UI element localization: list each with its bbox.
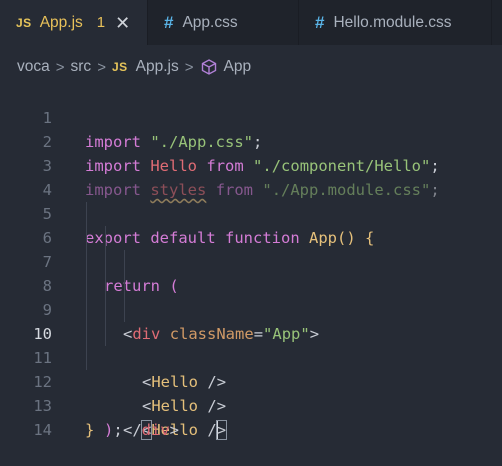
chevron-right-icon: >: [184, 58, 194, 76]
code-line: 13 }: [0, 370, 502, 439]
tab-label: Hello.module.css: [333, 13, 452, 31]
indent-guide: [105, 274, 106, 298]
indent-guide: [86, 250, 87, 274]
code-line: 3 import styles from "./App.module.css";: [0, 130, 502, 199]
tab-label: App.css: [182, 13, 238, 31]
indent-guide: [86, 346, 87, 370]
indent-guide: [124, 298, 125, 322]
code-editor[interactable]: 1 import "./App.css"; 2 import Hello fro…: [0, 82, 502, 456]
css-file-icon: #: [315, 12, 325, 32]
problem-count-badge: 1: [96, 14, 106, 31]
line-number: 14: [33, 421, 52, 439]
code-line: 2 import Hello from "./component/Hello";: [0, 106, 502, 175]
code-line: 6 return (: [0, 202, 502, 295]
indent-guide: [124, 250, 125, 274]
code-line: 8 <Hello />: [0, 250, 502, 391]
code-line: 9 <Hello />: [0, 274, 502, 415]
tab-label: App.js: [39, 13, 83, 31]
indent-guide: [105, 226, 106, 250]
code-line: 7 <div className="App">: [0, 226, 502, 343]
line-content: }: [85, 421, 95, 439]
line-content: </div>: [123, 421, 180, 439]
indent-guide: [86, 202, 87, 226]
indent-guide: [86, 322, 87, 346]
code-line: 12 );: [0, 346, 502, 439]
tab-app-js[interactable]: JS App.js 1 ✕: [0, 0, 148, 45]
symbol-method-icon: [201, 59, 216, 75]
code-line: 14: [0, 394, 502, 439]
css-file-icon: #: [164, 12, 174, 32]
breadcrumb-file[interactable]: App.js: [136, 58, 179, 76]
code-line: 4: [0, 154, 502, 199]
line-content: );: [104, 421, 123, 439]
breadcrumb-symbol[interactable]: App: [224, 58, 252, 76]
tab-app-css[interactable]: # App.css: [148, 0, 299, 45]
indent-guide: [105, 322, 106, 346]
code-line: 11 </div>: [0, 322, 502, 439]
indent-guide: [124, 274, 125, 298]
breadcrumb: voca > src > JS App.js > App: [0, 52, 251, 82]
breadcrumb-folder-voca[interactable]: voca: [17, 58, 50, 76]
indent-guide: [86, 226, 87, 250]
indent-guide: [105, 298, 106, 322]
javascript-file-icon: JS: [16, 15, 32, 30]
tab-bar: JS App.js 1 ✕ # App.css # Hello.module.c…: [0, 0, 502, 45]
chevron-right-icon: >: [55, 58, 65, 76]
indent-guide: [105, 250, 106, 274]
javascript-file-icon: JS: [111, 60, 128, 74]
chevron-right-icon: >: [97, 58, 106, 76]
tab-hello-module-css[interactable]: # Hello.module.css: [299, 0, 492, 45]
close-icon[interactable]: ✕: [115, 14, 130, 32]
breadcrumb-folder-src[interactable]: src: [71, 58, 92, 76]
code-line-current: 10 <Hello />: [0, 298, 502, 440]
tab-bar-empty: [492, 0, 502, 45]
indent-guide: [86, 274, 87, 298]
indent-guide: [86, 298, 87, 322]
code-line: 1 import "./App.css";: [0, 82, 502, 151]
code-line: 5 export default function App() {: [0, 178, 502, 247]
